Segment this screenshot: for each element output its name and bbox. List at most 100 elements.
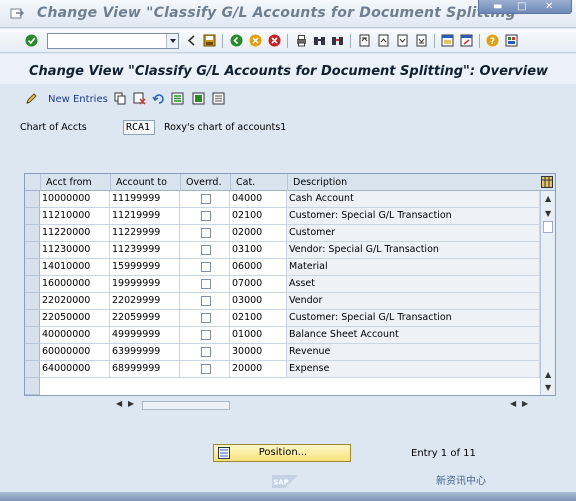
cell-acct-from[interactable]: 14010000 xyxy=(40,259,110,276)
cell-overrd[interactable] xyxy=(180,276,230,293)
row-selector[interactable] xyxy=(25,327,40,344)
row-selector[interactable] xyxy=(25,361,40,378)
cell-account-to[interactable]: 11219999 xyxy=(110,208,180,225)
new-entries-button[interactable]: New Entries xyxy=(48,94,108,105)
cell-account-to[interactable]: 68999999 xyxy=(110,361,180,378)
cell-acct-from[interactable]: 11220000 xyxy=(40,225,110,242)
cell-account-to[interactable]: 22059999 xyxy=(110,310,180,327)
column-header-account-to[interactable]: Account to xyxy=(110,174,180,191)
enter-icon[interactable] xyxy=(25,34,38,47)
cell-overrd[interactable] xyxy=(180,310,230,327)
cell-cat[interactable]: 06000 xyxy=(230,259,287,276)
command-field[interactable] xyxy=(47,33,179,49)
cell-acct-from[interactable]: 11210000 xyxy=(40,208,110,225)
exit-icon[interactable] xyxy=(249,34,262,47)
scroll-left-icon[interactable]: ◀ xyxy=(510,399,516,408)
cell-overrd[interactable] xyxy=(180,361,230,378)
select-block-icon[interactable] xyxy=(192,92,205,105)
cell-overrd[interactable] xyxy=(180,293,230,310)
scroll-thumb[interactable] xyxy=(543,221,553,233)
cell-account-to[interactable]: 63999999 xyxy=(110,344,180,361)
cell-acct-from[interactable]: 64000000 xyxy=(40,361,110,378)
back-icon[interactable] xyxy=(230,34,243,47)
cell-acct-from[interactable]: 11230000 xyxy=(40,242,110,259)
scroll-right-icon[interactable]: ▶ xyxy=(128,399,134,408)
first-page-icon[interactable] xyxy=(358,34,371,47)
cell-overrd[interactable] xyxy=(180,191,230,208)
override-checkbox[interactable] xyxy=(201,245,211,255)
cell-account-to[interactable]: 11229999 xyxy=(110,225,180,242)
change-display-icon[interactable] xyxy=(25,92,38,105)
shortcut-icon[interactable] xyxy=(460,34,473,47)
delete-icon[interactable] xyxy=(133,92,146,105)
undo-change-icon[interactable] xyxy=(152,92,165,105)
cell-cat[interactable]: 01000 xyxy=(230,327,287,344)
row-selector[interactable] xyxy=(25,378,40,395)
override-checkbox[interactable] xyxy=(201,313,211,323)
cell-acct-from[interactable]: 60000000 xyxy=(40,344,110,361)
cell-overrd[interactable] xyxy=(180,259,230,276)
cell-account-to[interactable]: 15999999 xyxy=(110,259,180,276)
override-checkbox[interactable] xyxy=(201,330,211,340)
row-selector[interactable] xyxy=(25,344,40,361)
cell-overrd[interactable] xyxy=(180,225,230,242)
table-settings-icon[interactable] xyxy=(541,176,553,188)
cell-cat[interactable]: 03100 xyxy=(230,242,287,259)
cell-cat[interactable]: 03000 xyxy=(230,293,287,310)
override-checkbox[interactable] xyxy=(201,296,211,306)
column-header-description[interactable]: Description xyxy=(287,174,540,191)
column-header-cat[interactable]: Cat. xyxy=(230,174,287,191)
back-arrow-icon[interactable] xyxy=(185,34,198,47)
override-checkbox[interactable] xyxy=(201,364,211,374)
override-checkbox[interactable] xyxy=(201,194,211,204)
cell-cat[interactable]: 02100 xyxy=(230,310,287,327)
cell-cat[interactable]: 02000 xyxy=(230,225,287,242)
next-page-icon[interactable] xyxy=(396,34,409,47)
row-selector[interactable] xyxy=(25,310,40,327)
scroll-right-icon[interactable]: ▶ xyxy=(522,399,528,408)
scroll-down-icon[interactable]: ▼ xyxy=(545,209,551,218)
command-dropdown-button[interactable] xyxy=(166,34,178,48)
cell-acct-from[interactable]: 22020000 xyxy=(40,293,110,310)
row-selector[interactable] xyxy=(25,293,40,310)
cell-account-to[interactable]: 22029999 xyxy=(110,293,180,310)
cell-overrd[interactable] xyxy=(180,242,230,259)
row-selector[interactable] xyxy=(25,208,40,225)
cell-overrd[interactable] xyxy=(180,327,230,344)
row-selector[interactable] xyxy=(25,259,40,276)
previous-page-icon[interactable] xyxy=(377,34,390,47)
cell-account-to[interactable]: 19999999 xyxy=(110,276,180,293)
sap-menu-icon[interactable] xyxy=(10,7,24,20)
horizontal-scrollbar[interactable]: ◀ ▶ ◀ ▶ xyxy=(82,398,538,412)
deselect-all-icon[interactable] xyxy=(212,92,225,105)
last-page-icon[interactable] xyxy=(415,34,428,47)
cell-acct-from[interactable]: 40000000 xyxy=(40,327,110,344)
row-selector[interactable] xyxy=(25,225,40,242)
override-checkbox[interactable] xyxy=(201,228,211,238)
select-all-icon[interactable] xyxy=(171,92,184,105)
save-icon[interactable] xyxy=(203,34,216,47)
horizontal-scroll-thumb[interactable] xyxy=(142,401,230,410)
scroll-up-icon[interactable]: ▲ xyxy=(545,194,551,203)
vertical-scrollbar[interactable]: ▲ ▼ ▲ ▼ xyxy=(540,191,555,395)
cell-cat[interactable]: 07000 xyxy=(230,276,287,293)
copy-as-icon[interactable] xyxy=(114,92,127,105)
close-button[interactable]: ✕ xyxy=(545,1,553,12)
cell-account-to[interactable]: 11239999 xyxy=(110,242,180,259)
help-icon[interactable]: ? xyxy=(486,34,499,47)
new-session-icon[interactable] xyxy=(441,34,454,47)
find-next-icon[interactable] xyxy=(331,34,344,47)
print-icon[interactable] xyxy=(295,34,308,47)
cell-cat[interactable]: 20000 xyxy=(230,361,287,378)
find-icon[interactable] xyxy=(313,34,326,47)
cell-account-to[interactable]: 49999999 xyxy=(110,327,180,344)
scroll-left-icon[interactable]: ◀ xyxy=(116,399,122,408)
cell-acct-from[interactable]: 16000000 xyxy=(40,276,110,293)
cell-acct-from[interactable]: 10000000 xyxy=(40,191,110,208)
override-checkbox[interactable] xyxy=(201,211,211,221)
scroll-up-icon[interactable]: ▲ xyxy=(545,370,551,379)
layout-menu-icon[interactable] xyxy=(505,34,518,47)
override-checkbox[interactable] xyxy=(201,279,211,289)
cell-cat[interactable]: 30000 xyxy=(230,344,287,361)
column-header-acct-from[interactable]: Acct from xyxy=(40,174,110,191)
